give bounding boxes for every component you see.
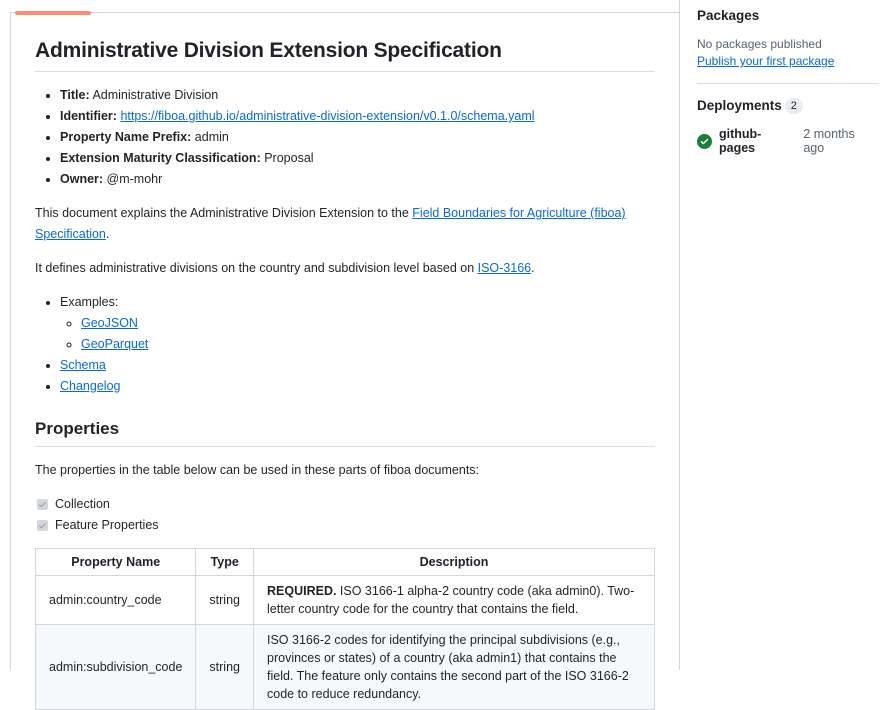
cell-type: string <box>196 576 254 625</box>
repo-sidebar: Packages No packages published Publish y… <box>697 8 878 155</box>
cell-property-name: admin:subdivision_code <box>36 625 196 710</box>
main-sidebar-divider <box>679 0 680 670</box>
cell-description: ISO 3166-2 codes for identifying the pri… <box>254 625 655 710</box>
readme-tab-active-indicator <box>15 11 91 15</box>
changelog-link[interactable]: Changelog <box>60 379 120 393</box>
packages-empty-text: No packages published <box>697 36 878 53</box>
meta-label: Title: <box>60 88 90 102</box>
cell-property-name: admin:country_code <box>36 576 196 625</box>
table-row: admin:subdivision_code string ISO 3166-2… <box>36 625 655 710</box>
geoparquet-example-link[interactable]: GeoParquet <box>81 337 148 351</box>
checklist-label: Collection <box>55 494 110 515</box>
schema-link[interactable]: Schema <box>60 358 106 372</box>
list-item: Schema <box>60 355 655 376</box>
page-title: Administrative Division Extension Specif… <box>35 39 655 72</box>
meta-label: Identifier: <box>60 109 117 123</box>
deployment-success-icon <box>697 134 712 149</box>
meta-value: @m-mohr <box>107 172 163 186</box>
readme-card: Administrative Division Extension Specif… <box>10 12 679 670</box>
properties-heading: Properties <box>35 419 655 447</box>
deployments-label: Deployments <box>697 98 782 113</box>
intro-paragraph: This document explains the Administrativ… <box>35 203 655 245</box>
meta-item-identifier: Identifier: https://fiboa.github.io/admi… <box>60 106 655 127</box>
table-header-row: Property Name Type Description <box>36 549 655 576</box>
meta-item-prefix: Property Name Prefix: admin <box>60 127 655 148</box>
list-item: GeoJSON <box>81 313 655 334</box>
checklist-item-feature-properties: Feature Properties <box>37 515 655 536</box>
list-item: GeoParquet <box>81 334 655 355</box>
packages-section-heading[interactable]: Packages <box>697 8 878 23</box>
meta-value: Proposal <box>264 151 313 165</box>
column-header-type: Type <box>196 549 254 576</box>
paragraph-text: . <box>106 227 109 241</box>
iso-3166-link[interactable]: ISO-3166 <box>478 261 532 275</box>
list-item: Changelog <box>60 376 655 397</box>
column-header-description: Description <box>254 549 655 576</box>
examples-item: Examples: GeoJSON GeoParquet <box>60 292 655 355</box>
meta-item-title: Title: Administrative Division <box>60 85 655 106</box>
examples-sublist: GeoJSON GeoParquet <box>60 313 655 355</box>
checklist-item-collection: Collection <box>37 494 655 515</box>
meta-label: Extension Maturity Classification: <box>60 151 261 165</box>
meta-value: Administrative Division <box>92 88 218 102</box>
paragraph-text: This document explains the Administrativ… <box>35 206 412 220</box>
meta-item-owner: Owner: @m-mohr <box>60 169 655 190</box>
checklist-label: Feature Properties <box>55 515 159 536</box>
examples-label: Examples: <box>60 295 118 309</box>
cell-description: REQUIRED. ISO 3166-1 alpha-2 country cod… <box>254 576 655 625</box>
deployment-name-link[interactable]: github-pages <box>719 127 796 155</box>
sidebar-divider <box>697 83 878 84</box>
cell-type: string <box>196 625 254 710</box>
deployment-item: github-pages 2 months ago <box>697 127 878 155</box>
paragraph-text: It defines administrative divisions on t… <box>35 261 478 275</box>
deployments-section-heading[interactable]: Deployments2 <box>697 98 878 114</box>
description-text: ISO 3166-2 codes for identifying the pri… <box>267 633 629 701</box>
geojson-example-link[interactable]: GeoJSON <box>81 316 138 330</box>
meta-list: Title: Administrative Division Identifie… <box>35 85 655 190</box>
meta-value: admin <box>195 130 229 144</box>
deployments-count-badge: 2 <box>785 98 803 114</box>
readme-content: Administrative Division Extension Specif… <box>11 13 679 710</box>
publish-package-link[interactable]: Publish your first package <box>697 54 834 68</box>
column-header-property-name: Property Name <box>36 549 196 576</box>
properties-table: Property Name Type Description admin:cou… <box>35 548 655 710</box>
paragraph-text: . <box>531 261 534 275</box>
checkbox-checked-icon <box>37 520 48 531</box>
checkbox-checked-icon <box>37 499 48 510</box>
meta-item-maturity: Extension Maturity Classification: Propo… <box>60 148 655 169</box>
deployment-time: 2 months ago <box>803 127 878 155</box>
meta-label: Owner: <box>60 172 103 186</box>
usage-checklist: Collection Feature Properties <box>35 494 655 536</box>
table-row: admin:country_code string REQUIRED. ISO … <box>36 576 655 625</box>
definition-paragraph: It defines administrative divisions on t… <box>35 258 655 279</box>
meta-label: Property Name Prefix: <box>60 130 191 144</box>
identifier-link[interactable]: https://fiboa.github.io/administrative-d… <box>120 109 534 123</box>
required-flag: REQUIRED. <box>267 584 336 598</box>
properties-intro: The properties in the table below can be… <box>35 460 655 481</box>
document-links-list: Examples: GeoJSON GeoParquet Schema Chan… <box>35 292 655 397</box>
